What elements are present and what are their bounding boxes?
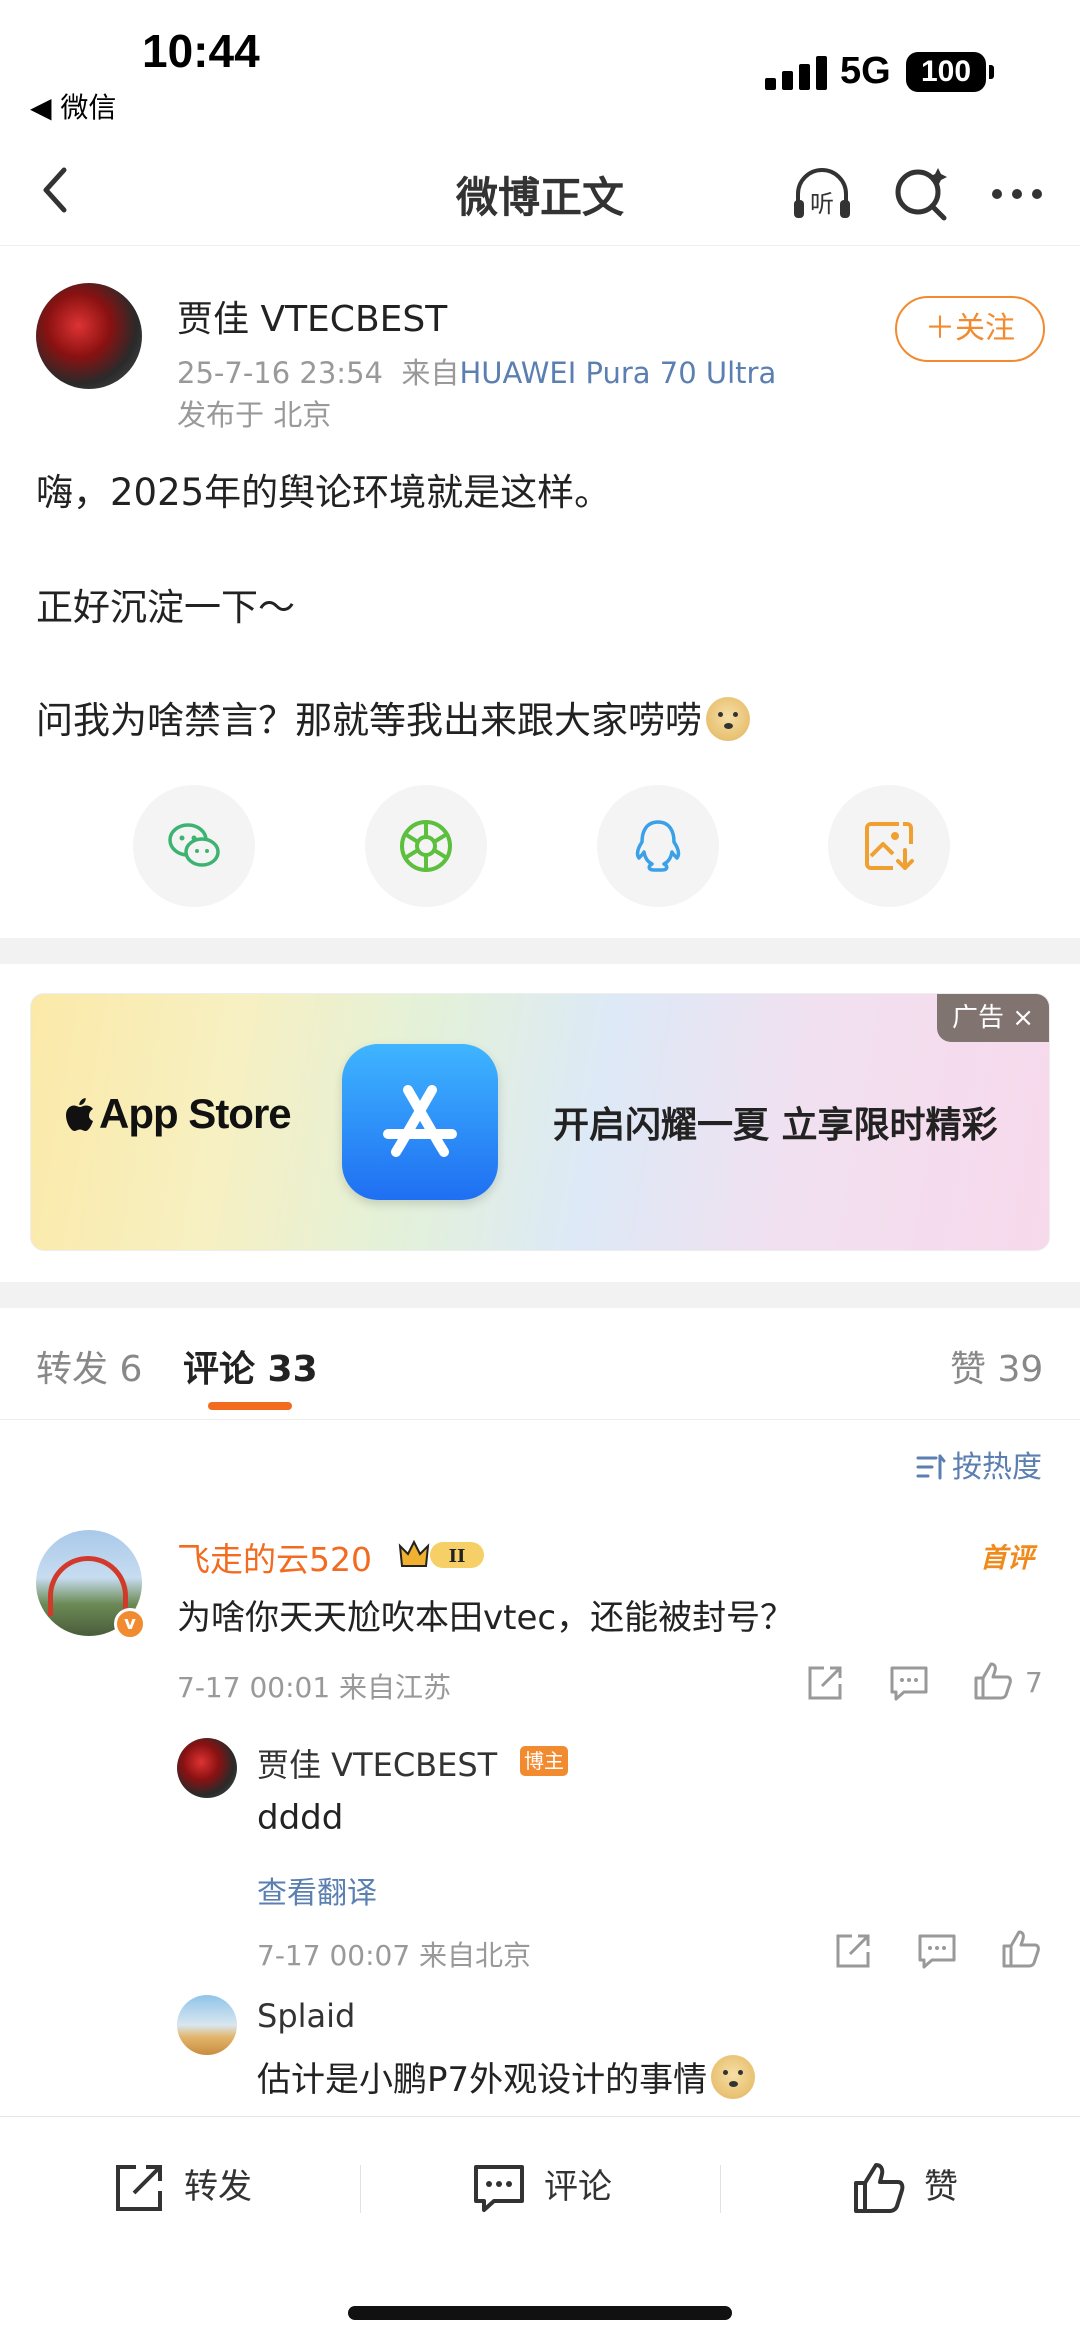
ad-close-tag[interactable]: 广告 × [937,994,1049,1042]
commenter-name[interactable]: 飞走的云520 [177,1533,372,1581]
comment-like-icon[interactable] [972,1660,1014,1702]
save-image-icon [865,822,914,870]
verified-badge-icon: v [114,1608,146,1640]
battery-icon: 100 [906,52,994,92]
like-label: 赞 [924,2167,958,2207]
reply-like-icon[interactable] [1000,1928,1042,1970]
ad-slogan: 开启闪耀一夏 立享限时精彩 [553,1105,998,1146]
signal-icon [765,56,827,90]
post-location: 发布于 北京 [177,398,332,432]
post-line-1: 嗨，2025年的舆论环境就是这样。 [36,471,612,514]
vip-level: II [449,1546,466,1567]
post-from-label: 来自 [401,356,460,390]
listen-label: 听 [810,190,834,218]
qq-icon [635,820,681,872]
top-nav: 微博正文 听 [0,140,1080,246]
like-icon [854,2163,905,2213]
repost-button[interactable]: 转发 [112,2157,282,2217]
author-avatar[interactable] [36,283,142,389]
reply-2-avatar[interactable] [177,1995,237,2055]
repost-label: 转发 [184,2167,252,2207]
sort-label: 按热度 [952,1450,1042,1485]
repost-icon [116,2165,162,2211]
first-comment-badge: 首评 [980,1543,1034,1574]
tab-like[interactable]: 赞 39 [950,1340,1043,1392]
network-type: 5G [840,50,891,92]
post-line-3: 问我为啥禁言？那就等我出来跟大家唠唠 [36,690,750,744]
translate-link[interactable]: 查看翻译 [257,1868,377,1912]
reply-author-name[interactable]: 贾佳 VTECBEST [257,1740,497,1786]
bottom-separator [720,2165,721,2213]
reply-share-icon[interactable] [832,1930,874,1972]
save-image-button[interactable] [828,785,950,907]
sort-by-hot-button[interactable]: 按热度 [916,1442,1042,1486]
share-moments-button[interactable] [365,785,487,907]
moments-icon [400,820,452,872]
apple-logo-icon [66,1098,93,1131]
more-icon[interactable] [985,162,1049,226]
share-row [0,785,1080,907]
follow-button[interactable]: ＋关注 [895,296,1045,362]
status-time: 10:44 [142,25,260,77]
reply-2-text: 估计是小鹏P7外观设计的事情 [257,2052,756,2101]
search-icon[interactable] [890,162,954,226]
section-divider-2 [0,1282,1080,1308]
post-time: 25-7-16 23:54 [177,356,383,390]
interaction-tabs: 转发 6 评论 33 赞 39 [0,1310,1080,1420]
reply-avatar[interactable] [177,1738,237,1798]
bottom-separator [360,2165,361,2213]
wechat-icon [168,823,220,867]
author-name[interactable]: 贾佳 VTECBEST [177,290,447,342]
post-line-2: 正好沉淀一下～ [36,586,295,629]
post-device[interactable]: HUAWEI Pura 70 Ultra [459,356,776,390]
comment-text: 为啥你天天尬吹本田vtec，还能被封号？ [177,1598,795,1638]
active-tab-indicator [208,1402,292,1410]
doge-emoji-icon [706,697,750,741]
ad-brand: App Store [65,1090,292,1138]
reply-reply-icon[interactable] [916,1930,958,1972]
comment-icon [474,2165,524,2212]
avatar-image [48,1556,128,1616]
comment-reply-icon[interactable] [888,1662,930,1704]
share-wechat-button[interactable] [133,785,255,907]
status-bar: 10:44 ◀ 微信 5G 100 [0,0,1080,130]
doge-emoji-icon [711,2055,756,2099]
share-qq-button[interactable] [597,785,719,907]
reply-2-text-content: 估计是小鹏P7外观设计的事情 [257,2060,708,2100]
ad-brand-text: App Store [99,1090,292,1137]
vip-crown-badge-icon: II [398,1539,484,1568]
app-store-icon [342,1044,498,1200]
comment-button[interactable]: 评论 [472,2157,642,2217]
reply-meta: 7-17 00:07 来自北京 [257,1939,532,1972]
ad-banner[interactable]: 广告 × App Store 开启闪耀一夏 立享限时精彩 [30,993,1050,1251]
comment-meta: 7-17 00:01 来自江苏 [177,1671,452,1704]
sort-icon [916,1454,946,1480]
post-line-3-text: 问我为啥禁言？那就等我出来跟大家唠唠 [36,699,702,742]
commenter-avatar[interactable]: v [36,1530,146,1640]
home-indicator[interactable] [348,2306,732,2320]
reply-text: dddd [257,1798,344,1838]
comment-like-count: 7 [1025,1666,1043,1699]
tab-comment[interactable]: 评论 33 [183,1340,318,1392]
post-meta: 25-7-16 23:54 来自HUAWEI Pura 70 Ultra [177,350,776,392]
listen-icon[interactable]: 听 [790,162,854,226]
author-badge: 博主 [520,1746,568,1776]
like-button[interactable]: 赞 [852,2157,992,2217]
tab-repost[interactable]: 转发 6 [36,1340,142,1392]
comment-share-icon[interactable] [804,1662,846,1704]
section-divider [0,938,1080,964]
back-to-wechat-link[interactable]: ◀ 微信 [30,86,116,126]
reply-2-author-name[interactable]: Splaid [257,1997,355,2035]
comment-label: 评论 [544,2167,612,2207]
